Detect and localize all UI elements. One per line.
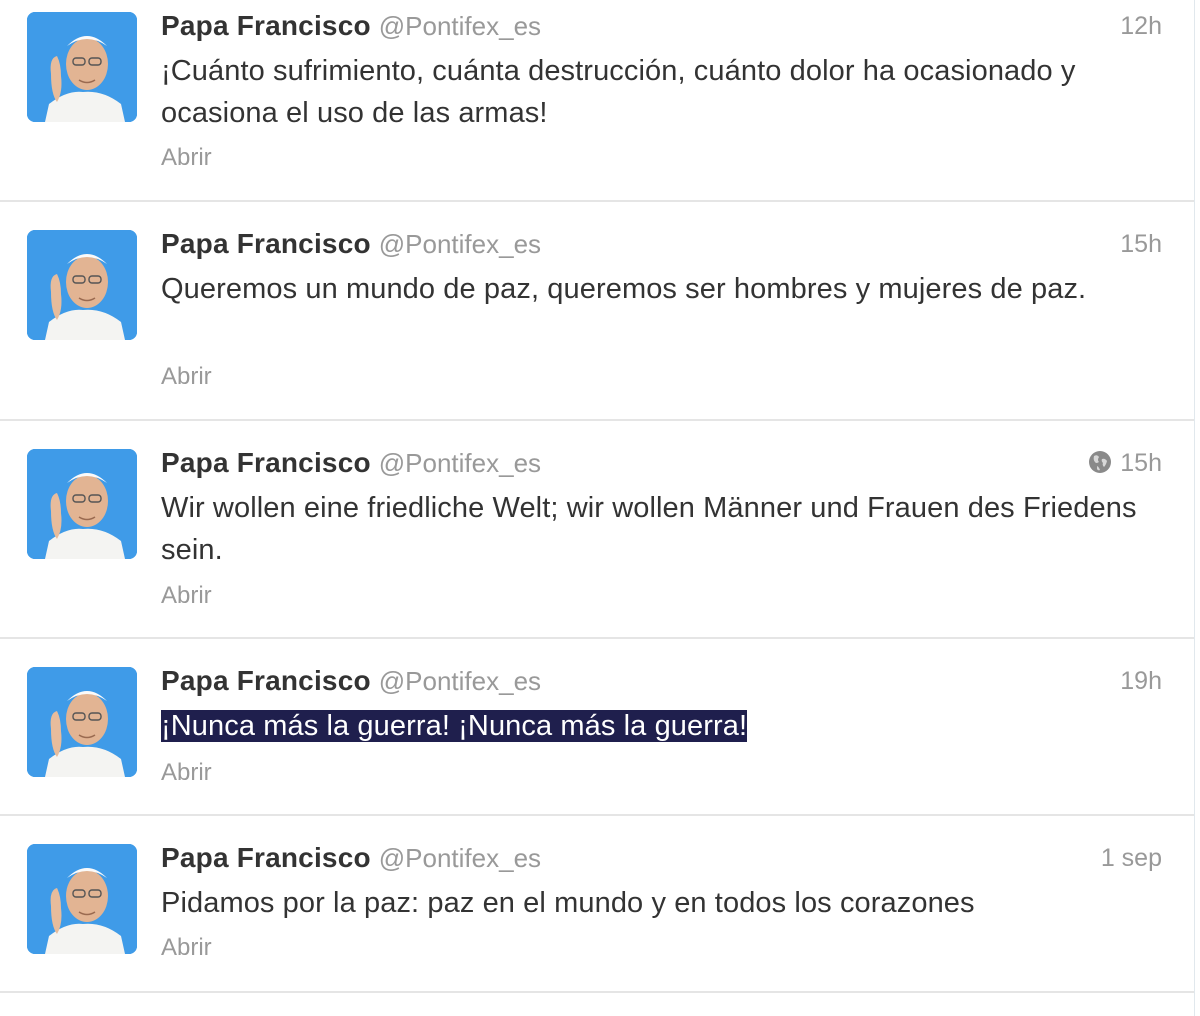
- tweet-header: Papa Francisco @Pontifex_es 15h: [161, 228, 1162, 262]
- expand-link[interactable]: Abrir: [161, 934, 212, 962]
- fullname[interactable]: Papa Francisco: [161, 228, 371, 259]
- pope-portrait-icon: [27, 667, 137, 777]
- timestamp[interactable]: 12h: [1120, 12, 1162, 41]
- tweet-text: Wir wollen eine friedliche Welt; wir wol…: [161, 492, 1137, 566]
- tweet-text: Queremos un mundo de paz, queremos ser h…: [161, 273, 1087, 305]
- avatar[interactable]: [27, 667, 137, 777]
- selected-text: ¡Nunca más la guerra! ¡Nunca más la guer…: [161, 710, 748, 742]
- username[interactable]: @Pontifex_es: [379, 448, 541, 478]
- tweet-item[interactable]: Papa Francisco @Pontifex_es 19h ¡Nunca má…: [0, 639, 1194, 816]
- tweet-stream: Papa Francisco @Pontifex_es 12h ¡Cuánto s…: [0, 0, 1195, 1016]
- timestamp-label[interactable]: 15h: [1120, 449, 1162, 477]
- expand-link[interactable]: Abrir: [161, 144, 212, 172]
- fullname[interactable]: Papa Francisco: [161, 447, 371, 478]
- username[interactable]: @Pontifex_es: [379, 11, 541, 41]
- tweet-header: Papa Francisco @Pontifex_es 19h: [161, 665, 1162, 699]
- expand-link[interactable]: Abrir: [161, 582, 212, 610]
- expand-link[interactable]: Abrir: [161, 363, 212, 391]
- username[interactable]: @Pontifex_es: [379, 843, 541, 873]
- tweet-text: ¡Cuánto sufrimiento, cuánta destrucción,…: [161, 55, 1076, 129]
- timestamp[interactable]: 15h: [1088, 449, 1162, 478]
- fullname[interactable]: Papa Francisco: [161, 665, 371, 696]
- tweet-header: Papa Francisco @Pontifex_es 1 sep: [161, 842, 1162, 876]
- pope-portrait-icon: [27, 844, 137, 954]
- username[interactable]: @Pontifex_es: [379, 666, 541, 696]
- pope-portrait-icon: [27, 230, 137, 340]
- fullname[interactable]: Papa Francisco: [161, 10, 371, 41]
- tweet-header: Papa Francisco @Pontifex_es 15h: [161, 447, 1162, 481]
- tweet-item[interactable]: Papa Francisco @Pontifex_es 15h Wir wolle…: [0, 421, 1194, 639]
- avatar[interactable]: [27, 844, 137, 954]
- tweet-text: ¡Nunca más la guerra! ¡Nunca más la guer…: [161, 705, 1162, 747]
- timestamp[interactable]: 19h: [1120, 667, 1162, 696]
- tweet-header: Papa Francisco @Pontifex_es 12h: [161, 10, 1162, 44]
- avatar[interactable]: [27, 449, 137, 559]
- avatar[interactable]: [27, 12, 137, 122]
- timestamp[interactable]: 1 sep: [1101, 844, 1162, 873]
- pope-portrait-icon: [27, 12, 137, 122]
- tweet-item[interactable]: Papa Francisco @Pontifex_es 1 sep Pidamos…: [0, 816, 1194, 993]
- tweet-item[interactable]: Papa Francisco @Pontifex_es 12h ¡Cuánto s…: [0, 0, 1194, 202]
- timestamp[interactable]: 15h: [1120, 230, 1162, 259]
- expand-link[interactable]: Abrir: [161, 759, 212, 787]
- username[interactable]: @Pontifex_es: [379, 229, 541, 259]
- tweet-text: Pidamos por la paz: paz en el mundo y en…: [161, 887, 975, 919]
- pope-portrait-icon: [27, 449, 137, 559]
- globe-icon[interactable]: [1088, 450, 1112, 474]
- avatar[interactable]: [27, 230, 137, 340]
- fullname[interactable]: Papa Francisco: [161, 842, 371, 873]
- tweet-item[interactable]: Papa Francisco @Pontifex_es 15h Queremos …: [0, 202, 1194, 421]
